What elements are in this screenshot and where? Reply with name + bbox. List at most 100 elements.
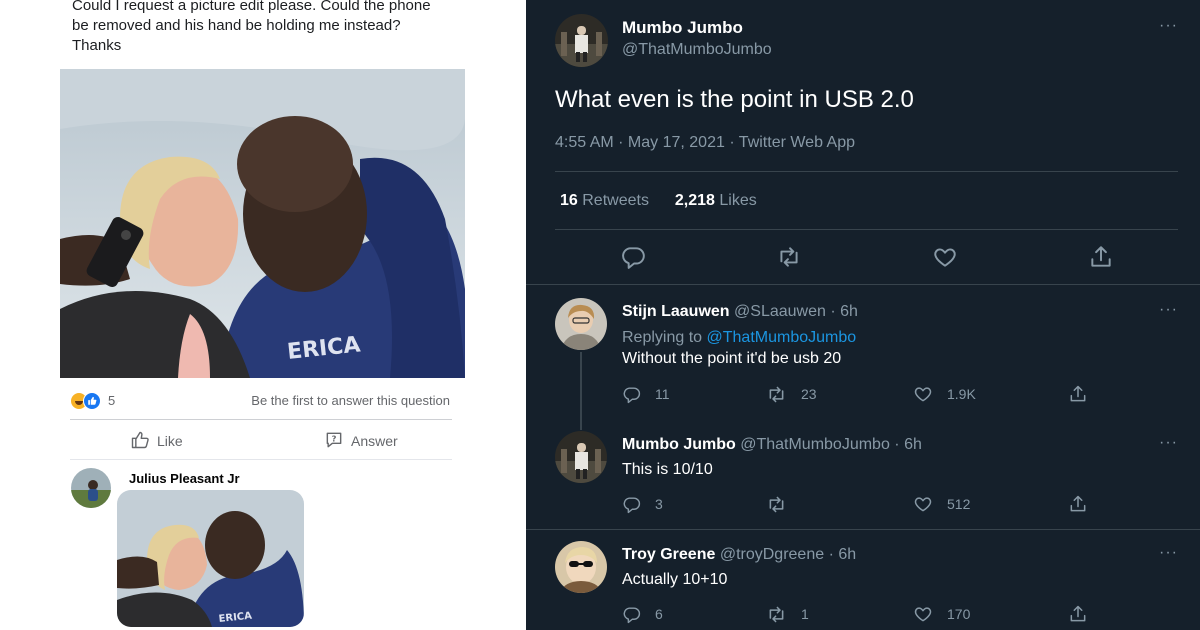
question-bubble-icon: ? (324, 430, 344, 453)
question-line: be removed and his hand be holding me in… (72, 17, 401, 34)
tweet-stats: 16 Retweets 2,218 Likes (560, 192, 757, 210)
retweet-icon (766, 384, 787, 405)
reply-icon (622, 385, 641, 404)
svg-text:?: ? (332, 433, 337, 443)
divider (526, 529, 1200, 530)
like-button[interactable]: Like (130, 430, 183, 452)
retweet-button[interactable]: 23 (766, 384, 817, 404)
reply-button[interactable]: 11 (622, 384, 670, 404)
comment-photo[interactable]: ERICA (117, 490, 304, 627)
more-options-icon[interactable]: ··· (1159, 301, 1178, 319)
author-name[interactable]: Mumbo Jumbo (622, 18, 743, 38)
like-icon (913, 604, 933, 624)
reply-actions: 11 23 1.9K (622, 384, 1102, 404)
reply-count: 6 (655, 606, 663, 622)
like-reaction-icon (83, 392, 101, 410)
reply-actions: 3 512 (622, 494, 1102, 514)
divider (70, 459, 452, 460)
tweet-timestamp[interactable]: 4:55 AM · May 17, 2021 · Twitter Web App (555, 134, 855, 152)
like-button[interactable]: 512 (913, 494, 970, 514)
like-count: 512 (947, 496, 971, 512)
answer-prompt-text: Be the first to answer this question (251, 393, 450, 408)
author-handle[interactable]: @ThatMumboJumbo (622, 41, 772, 59)
retweet-icon (766, 494, 787, 515)
reply-handle-time[interactable]: @ThatMumboJumbo · 6h (740, 436, 922, 453)
share-icon (1068, 384, 1088, 404)
reply-handle-time[interactable]: @troyDgreene · 6h (720, 546, 856, 563)
share-button[interactable] (1068, 494, 1088, 514)
avatar[interactable] (555, 541, 607, 593)
reply-header: Stijn Laauwen @SLaauwen · 6h (622, 303, 858, 321)
reply-author-name[interactable]: Mumbo Jumbo (622, 436, 736, 453)
reply-text: Actually 10+10 (622, 571, 728, 588)
likes-stat[interactable]: 2,218 Likes (675, 192, 757, 209)
reply-actions: 6 1 170 (622, 604, 1102, 624)
divider (526, 284, 1200, 285)
divider (555, 171, 1178, 172)
reply-author-name[interactable]: Stijn Laauwen (622, 303, 730, 320)
question-line: Thanks (72, 37, 122, 54)
avatar[interactable] (555, 431, 607, 483)
reply-icon (622, 605, 641, 624)
reply-count: 11 (655, 386, 670, 402)
divider (555, 229, 1178, 230)
tweet-actions (620, 244, 1140, 270)
divider (70, 419, 452, 420)
retweet-icon[interactable] (776, 244, 802, 270)
more-options-icon[interactable]: ··· (1159, 434, 1178, 452)
reply-button[interactable]: 3 (622, 494, 663, 514)
retweets-label: Retweets (582, 192, 649, 209)
like-button[interactable]: 1.9K (913, 384, 976, 404)
reply-header: Troy Greene @troyDgreene · 6h (622, 546, 856, 564)
reply-icon[interactable] (620, 244, 646, 270)
answer-button[interactable]: ? Answer (324, 430, 398, 452)
replying-to-link[interactable]: @ThatMumboJumbo (707, 329, 857, 346)
answer-label: Answer (351, 433, 398, 449)
like-count: 170 (947, 606, 971, 622)
question-line: Could I request a picture edit please. C… (72, 0, 431, 14)
facebook-question-post: Could I request a picture edit please. C… (0, 0, 526, 630)
share-icon (1068, 494, 1088, 514)
reply-text: Without the point it'd be usb 20 (622, 350, 842, 367)
like-icon (913, 384, 933, 404)
avatar[interactable] (555, 298, 607, 350)
retweet-button[interactable] (766, 494, 801, 514)
share-button[interactable] (1068, 604, 1088, 624)
reply-button[interactable]: 6 (622, 604, 663, 624)
retweet-icon (766, 604, 787, 625)
share-button[interactable] (1068, 384, 1088, 404)
retweet-count: 1 (801, 606, 809, 622)
reply-handle-time[interactable]: @SLaauwen · 6h (734, 303, 858, 320)
avatar[interactable] (71, 468, 111, 508)
question-text: Could I request a picture edit please. C… (72, 0, 472, 56)
more-options-icon[interactable]: ··· (1159, 544, 1178, 562)
comment-author[interactable]: Julius Pleasant Jr (129, 471, 240, 486)
reply-icon (622, 495, 641, 514)
reaction-icons[interactable] (70, 392, 104, 410)
like-button[interactable]: 170 (913, 604, 970, 624)
post-photo[interactable]: ERICA (60, 69, 465, 378)
twitter-thread: Mumbo Jumbo @ThatMumboJumbo ··· What eve… (526, 0, 1200, 630)
like-count: 1.9K (947, 386, 976, 402)
reaction-stats-row: 5 Be the first to answer this question (70, 390, 450, 412)
tweet-text: What even is the point in USB 2.0 (555, 86, 914, 113)
avatar[interactable] (555, 14, 608, 67)
reply-text: This is 10/10 (622, 461, 713, 478)
retweets-stat[interactable]: 16 Retweets (560, 192, 649, 209)
reply-author-name[interactable]: Troy Greene (622, 546, 715, 563)
share-icon[interactable] (1088, 244, 1114, 270)
retweet-button[interactable]: 1 (766, 604, 809, 624)
more-options-icon[interactable]: ··· (1159, 17, 1178, 35)
thumbs-up-icon (130, 430, 150, 453)
like-label: Like (157, 433, 183, 449)
retweet-count: 23 (801, 386, 817, 402)
likes-label: Likes (719, 192, 757, 209)
share-icon (1068, 604, 1088, 624)
likes-count: 2,218 (674, 192, 715, 209)
reaction-count: 5 (108, 393, 116, 408)
retweets-count: 16 (560, 192, 578, 209)
replying-to: Replying to @ThatMumboJumbo (622, 329, 856, 347)
like-icon[interactable] (932, 244, 958, 270)
post-actions: Like ? Answer (70, 426, 452, 454)
thread-line (580, 352, 582, 430)
